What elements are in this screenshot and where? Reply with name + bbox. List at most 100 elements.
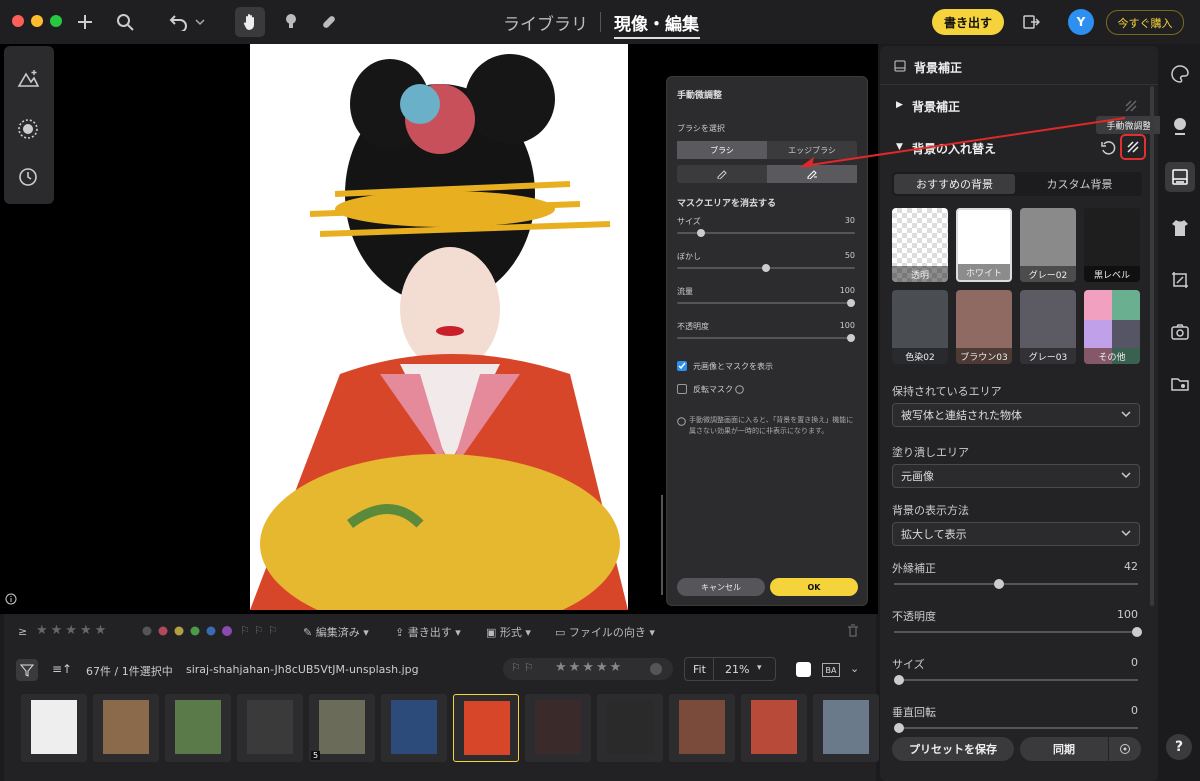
canvas-scrollbar[interactable] — [661, 495, 663, 595]
background-color-swatch[interactable] — [796, 662, 811, 677]
slider-track[interactable] — [894, 627, 1142, 637]
opacity-slider[interactable] — [677, 334, 855, 342]
thumbnail[interactable] — [813, 694, 879, 762]
thumbnail[interactable] — [93, 694, 159, 762]
feather-slider[interactable] — [677, 264, 855, 272]
slider-handle[interactable] — [1132, 627, 1142, 637]
background-option[interactable]: ブラウン03 — [956, 290, 1012, 364]
buy-now-button[interactable]: 今すぐ購入 — [1106, 10, 1184, 35]
slider-track[interactable] — [894, 723, 1138, 733]
thumbnail[interactable] — [453, 694, 519, 762]
background-option[interactable]: グレー02 — [1020, 208, 1076, 282]
background-option[interactable]: ホワイト — [956, 208, 1012, 282]
export-button[interactable]: 書き出す — [932, 9, 1004, 35]
slider-handle[interactable] — [894, 675, 904, 685]
avatar[interactable]: Y — [1068, 9, 1094, 35]
flag-icon[interactable]: ⚐⚐ — [511, 661, 537, 674]
thumbnail[interactable]: 5 — [309, 694, 375, 762]
display-method-dropdown[interactable]: 拡大して表示 — [892, 522, 1140, 546]
thumbnail[interactable] — [165, 694, 231, 762]
background-option[interactable]: 透明 — [892, 208, 948, 282]
hand-tool-icon[interactable] — [235, 7, 265, 37]
stamp-tool-icon[interactable] — [278, 10, 304, 34]
thumbnail[interactable] — [741, 694, 807, 762]
rating-filter-icon[interactable]: ≥ — [18, 625, 27, 638]
ok-button[interactable]: OK — [770, 578, 858, 596]
panel-scrollbar[interactable] — [1150, 86, 1154, 606]
fit-label[interactable]: Fit — [693, 663, 706, 676]
landscape-adjust-icon[interactable] — [17, 68, 39, 88]
background-option[interactable]: 色染02 — [892, 290, 948, 364]
close-window-button[interactable] — [12, 15, 24, 27]
flag-filter-icon[interactable]: ⚐⚐⚐ — [240, 624, 282, 637]
background-option[interactable]: 黒レベル — [1084, 208, 1140, 282]
undo-icon[interactable] — [166, 10, 192, 34]
before-after-toggle[interactable]: BA — [822, 663, 840, 677]
color-label-filter[interactable] — [142, 626, 222, 636]
folder-settings-icon[interactable] — [1168, 372, 1192, 396]
thumbnail[interactable] — [597, 694, 663, 762]
history-icon[interactable] — [17, 166, 39, 188]
thumbnail[interactable] — [21, 694, 87, 762]
orientation-filter[interactable]: ▭ ファイルの向き ▾ — [555, 624, 655, 640]
search-icon[interactable] — [112, 10, 138, 34]
keep-area-dropdown[interactable]: 被写体と連結された物体 — [892, 403, 1140, 427]
star-rating-filter[interactable]: ★★★★★ — [36, 623, 109, 638]
thumbnail[interactable] — [381, 694, 447, 762]
star-rating[interactable]: ★★★★★ — [555, 660, 623, 675]
bandage-tool-icon[interactable] — [316, 10, 342, 34]
rating-flag-bar[interactable]: ⚐⚐ ★★★★★ — [503, 658, 673, 680]
camera-icon[interactable] — [1168, 320, 1192, 344]
zoom-control[interactable]: Fit 21% ▾ — [684, 657, 776, 681]
sync-button[interactable]: 同期 — [1020, 737, 1108, 761]
export-filter[interactable]: ⇪ 書き出す ▾ — [395, 624, 461, 640]
thumbnail[interactable] — [237, 694, 303, 762]
slider-track[interactable] — [894, 675, 1138, 685]
trash-icon[interactable] — [846, 624, 860, 638]
show-original-checkbox[interactable] — [677, 361, 687, 371]
slider-handle[interactable] — [847, 334, 855, 342]
info-icon[interactable] — [5, 593, 17, 605]
help-button[interactable]: ? — [1166, 734, 1192, 760]
tab-custom[interactable]: カスタム背景 — [1019, 174, 1140, 194]
thumbnail[interactable] — [669, 694, 735, 762]
fill-area-dropdown[interactable]: 元画像 — [892, 464, 1140, 488]
thumbnail[interactable] — [525, 694, 591, 762]
background-option[interactable]: その他 — [1084, 290, 1140, 364]
help-circle-icon[interactable] — [735, 385, 744, 394]
slider-track[interactable] — [894, 579, 1138, 589]
add-brush-mode[interactable] — [677, 165, 767, 183]
sync-settings-button[interactable] — [1109, 737, 1141, 761]
mask-circle-icon[interactable] — [17, 118, 39, 140]
cancel-button[interactable]: キャンセル — [677, 578, 765, 596]
slider-handle[interactable] — [762, 264, 770, 272]
zoom-window-button[interactable] — [50, 15, 62, 27]
face-portrait-icon[interactable] — [1168, 114, 1192, 138]
tab-library[interactable]: ライブラリ — [503, 10, 588, 35]
palette-icon[interactable] — [1168, 62, 1192, 86]
slider-handle[interactable] — [894, 723, 904, 733]
save-preset-button[interactable]: プリセットを保存 — [892, 737, 1014, 761]
expand-arrow-icon[interactable]: ▶ — [896, 100, 903, 110]
filter-icon[interactable] — [16, 659, 38, 681]
invert-mask-checkbox[interactable] — [677, 384, 687, 394]
tab-brush[interactable]: ブラシ — [677, 141, 767, 159]
zoom-value[interactable]: 21% — [725, 663, 749, 676]
edited-filter[interactable]: ✎ 編集済み ▾ — [303, 624, 369, 640]
chevron-down-icon[interactable]: ▾ — [757, 663, 762, 673]
clothing-icon[interactable] — [1168, 216, 1192, 240]
tab-develop[interactable]: 現像・編集 — [614, 10, 699, 35]
purple-label-dot[interactable] — [222, 626, 232, 636]
background-tool-icon[interactable] — [1165, 162, 1195, 192]
flow-slider[interactable] — [677, 299, 855, 307]
background-option[interactable]: グレー03 — [1020, 290, 1076, 364]
slider-handle[interactable] — [697, 229, 706, 237]
share-icon[interactable] — [1018, 10, 1044, 34]
add-icon[interactable] — [72, 10, 98, 34]
slider-handle[interactable] — [993, 579, 1004, 589]
minimize-window-button[interactable] — [31, 15, 43, 27]
color-label-dot[interactable] — [650, 663, 662, 675]
chevron-down-icon[interactable]: ⌄ — [850, 662, 859, 675]
slider-handle[interactable] — [847, 299, 855, 307]
format-filter[interactable]: ▣ 形式 ▾ — [486, 624, 531, 640]
